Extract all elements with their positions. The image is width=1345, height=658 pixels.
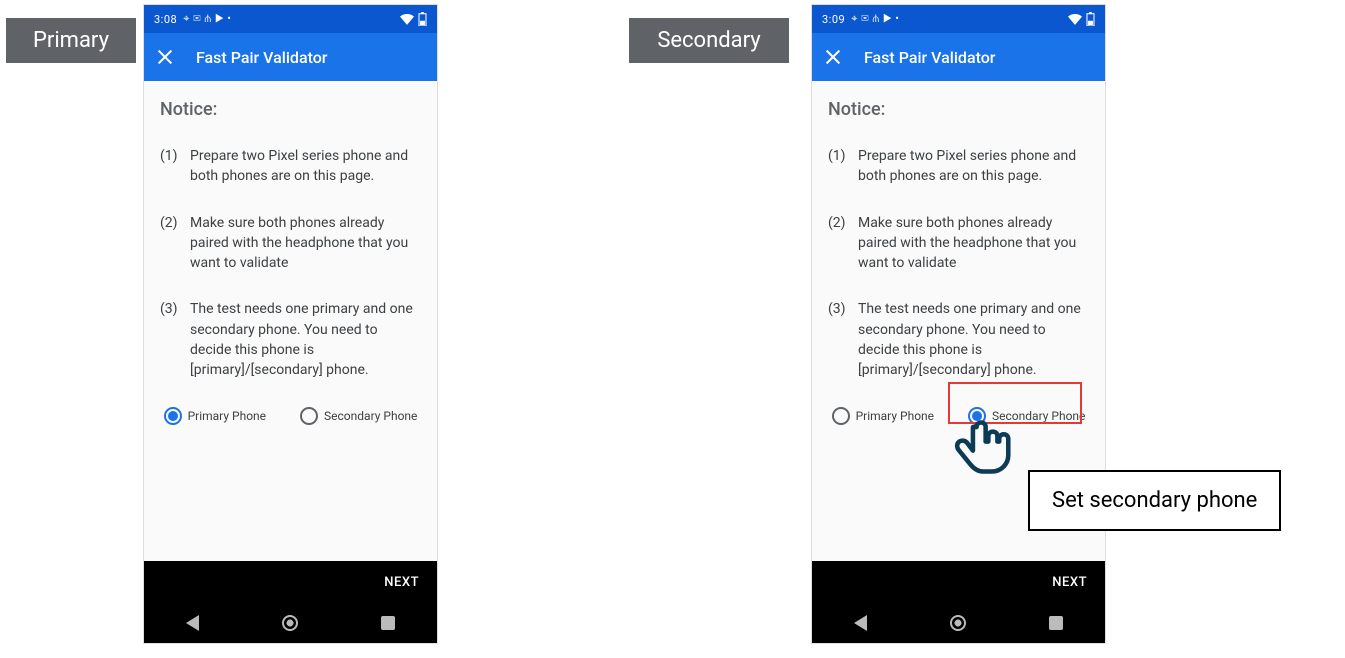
step-2: (2) Make sure both phones already paired… [160,213,421,274]
secondary-label-tab: Secondary [629,18,789,63]
app-title: Fast Pair Validator [864,48,995,67]
next-button[interactable]: NEXT [1052,575,1087,590]
radio-primary-phone[interactable]: Primary Phone [832,407,934,425]
step-text: The test needs one primary and one secon… [190,299,421,380]
radio-primary-phone[interactable]: Primary Phone [164,407,266,425]
content-area: Notice: (1) Prepare two Pixel series pho… [144,81,437,561]
back-icon[interactable] [854,615,867,631]
radio-icon [164,407,182,425]
notice-heading: Notice: [828,99,1089,120]
step-number: (3) [828,299,848,380]
app-title: Fast Pair Validator [196,48,327,67]
wifi-icon [400,13,414,25]
footer-bar: NEXT [812,561,1105,603]
radio-label: Primary Phone [188,409,266,423]
status-bar: 3:09 ⌖ ✉ ⋔ ▶ • [812,5,1105,33]
step-text: Make sure both phones already paired wit… [858,213,1089,274]
step-number: (3) [160,299,180,380]
notice-heading: Notice: [160,99,421,120]
wifi-icon [1068,13,1082,25]
home-icon[interactable] [950,615,966,631]
battery-icon [418,12,427,26]
status-time: 3:08 [154,13,177,26]
step-1: (1) Prepare two Pixel series phone and b… [160,146,421,187]
back-icon[interactable] [186,615,199,631]
step-number: (1) [828,146,848,187]
step-2: (2) Make sure both phones already paired… [828,213,1089,274]
step-number: (1) [160,146,180,187]
step-number: (2) [828,213,848,274]
radio-group: Primary Phone Secondary Phone [160,407,421,425]
home-icon[interactable] [282,615,298,631]
radio-secondary-phone[interactable]: Secondary Phone [300,407,417,425]
radio-icon [300,407,318,425]
step-number: (2) [160,213,180,274]
status-notification-icons: ⌖ ✉ ⋔ ▶ • [183,12,231,26]
phone-primary: 3:08 ⌖ ✉ ⋔ ▶ • Fast Pair Validator Notic… [143,4,438,644]
recents-icon[interactable] [381,616,395,630]
status-time: 3:09 [822,13,845,26]
recents-icon[interactable] [1049,616,1063,630]
status-notification-icons: ⌖ ✉ ⋔ ▶ • [851,12,899,26]
step-3: (3) The test needs one primary and one s… [160,299,421,380]
app-bar: Fast Pair Validator [812,33,1105,81]
step-1: (1) Prepare two Pixel series phone and b… [828,146,1089,187]
nav-bar [144,603,437,643]
radio-label: Secondary Phone [324,409,417,423]
step-3: (3) The test needs one primary and one s… [828,299,1089,380]
battery-icon [1086,12,1095,26]
close-icon[interactable] [824,48,842,66]
footer-bar: NEXT [144,561,437,603]
radio-label: Primary Phone [856,409,934,423]
primary-label-tab: Primary [6,18,136,63]
step-text: Make sure both phones already paired wit… [190,213,421,274]
step-text: Prepare two Pixel series phone and both … [858,146,1089,187]
hand-cursor-icon [953,418,1011,476]
phone-secondary: 3:09 ⌖ ✉ ⋔ ▶ • Fast Pair Validator Notic… [811,4,1106,644]
next-button[interactable]: NEXT [384,575,419,590]
step-text: Prepare two Pixel series phone and both … [190,146,421,187]
app-bar: Fast Pair Validator [144,33,437,81]
radio-icon [832,407,850,425]
callout-set-secondary: Set secondary phone [1028,470,1281,531]
status-bar: 3:08 ⌖ ✉ ⋔ ▶ • [144,5,437,33]
step-text: The test needs one primary and one secon… [858,299,1089,380]
close-icon[interactable] [156,48,174,66]
nav-bar [812,603,1105,643]
